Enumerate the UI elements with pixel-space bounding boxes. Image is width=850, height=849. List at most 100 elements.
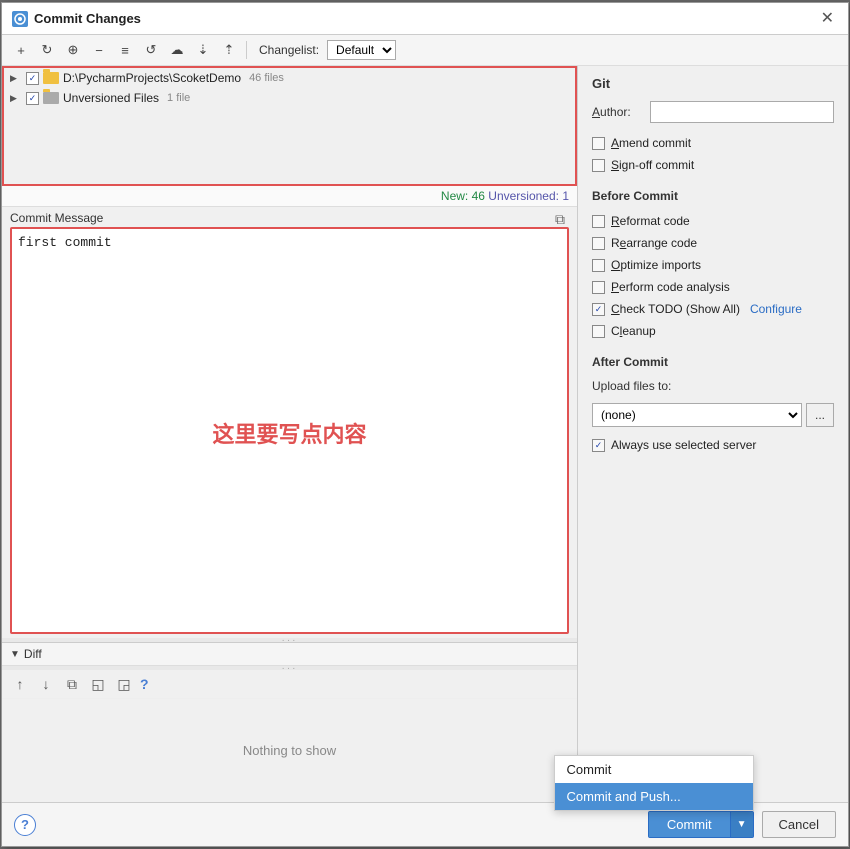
amend-commit-checkbox[interactable] — [592, 137, 605, 150]
toolbar-add-btn[interactable]: + — [10, 39, 32, 61]
toolbar-separator — [246, 41, 247, 59]
commit-message-wrapper: first commit 这里要写点内容 — [2, 227, 577, 638]
toolbar-down-btn[interactable]: ⇣ — [192, 39, 214, 61]
option-optimize: Optimize imports — [592, 257, 834, 273]
status-bar: New: 46 Unversioned: 1 — [2, 186, 577, 207]
upload-row: (none) ... — [592, 403, 834, 427]
file-tree: ▶ ✓ D:\PycharmProjects\ScoketDemo 46 fil… — [2, 66, 577, 186]
diff-empty-text: Nothing to show — [243, 743, 336, 758]
commit-main-button[interactable]: Commit — [649, 812, 730, 837]
diff-help-btn[interactable]: ? — [140, 676, 149, 692]
diff-up-btn[interactable]: ↑ — [10, 674, 30, 694]
cleanup-label: Cleanup — [611, 324, 656, 338]
diff-down-btn[interactable]: ↓ — [36, 674, 56, 694]
diff-toolbar: ↑ ↓ ⧉ ◱ ◲ ? — [2, 670, 577, 699]
title-bar-left: Commit Changes — [12, 11, 141, 27]
upload-label: Upload files to: — [592, 379, 834, 393]
always-use-server-label: Always use selected server — [611, 438, 756, 452]
expand-arrow-1[interactable]: ▶ — [10, 73, 22, 84]
file-tree-item-1[interactable]: ▶ ✓ D:\PycharmProjects\ScoketDemo 46 fil… — [4, 68, 575, 88]
sign-off-label: Sign-off commit — [611, 158, 694, 172]
dropdown-commit[interactable]: Commit — [555, 756, 753, 783]
optimize-checkbox[interactable] — [592, 259, 605, 272]
folder-icon-2 — [43, 92, 59, 104]
upload-select[interactable]: (none) — [592, 403, 802, 427]
footer: ? Commit ▼ Commit Commit and Push... Can… — [2, 802, 848, 846]
before-commit-title: Before Commit — [592, 189, 834, 203]
diff-content: Nothing to show — [2, 699, 577, 802]
option-code-analysis: Perform code analysis — [592, 279, 834, 295]
toolbar-list-btn[interactable]: ≡ — [114, 39, 136, 61]
code-analysis-checkbox[interactable] — [592, 281, 605, 294]
reformat-checkbox[interactable] — [592, 215, 605, 228]
optimize-label: Optimize imports — [611, 258, 701, 272]
status-new: New: 46 — [441, 189, 485, 203]
dropdown-commit-push[interactable]: Commit and Push... — [555, 783, 753, 810]
help-button[interactable]: ? — [14, 814, 36, 836]
file-label-2: Unversioned Files — [63, 91, 159, 105]
amend-commit-label: Amend commit — [611, 136, 691, 150]
commit-changes-dialog: Commit Changes ✕ + ↻ ⊕ − ≡ ↺ ☁ ⇣ ⇡ Chang… — [1, 2, 849, 847]
upload-browse-btn[interactable]: ... — [806, 403, 834, 427]
diff-collapse-btn[interactable]: ▼ — [10, 649, 20, 660]
commit-message-label: Commit Message — [10, 211, 103, 225]
diff-section: ▼ Diff ↑ ↓ ⧉ ◱ ◲ ? Nothing to show — [2, 642, 577, 802]
file-count-1: 46 files — [249, 72, 284, 84]
author-row: Author: — [592, 101, 834, 123]
diff-right-btn[interactable]: ◲ — [114, 674, 134, 694]
commit-split-container: Commit ▼ Commit Commit and Push... — [648, 811, 754, 838]
commit-split-btn: Commit ▼ — [648, 811, 754, 838]
author-input[interactable] — [650, 101, 834, 123]
commit-message-section: Commit Message ⧉ first commit 这里要写点内容 — [2, 207, 577, 638]
commit-message-input[interactable]: first commit — [10, 227, 569, 634]
sign-off-checkbox[interactable] — [592, 159, 605, 172]
copy-button[interactable]: ⧉ — [555, 211, 565, 228]
dialog-icon — [12, 11, 28, 27]
diff-copy-btn[interactable]: ⧉ — [62, 674, 82, 694]
toolbar-refresh-btn[interactable]: ↻ — [36, 39, 58, 61]
diff-left-btn[interactable]: ◱ — [88, 674, 108, 694]
rearrange-label: Rearrange code — [611, 236, 697, 250]
status-unversioned: Unversioned: 1 — [488, 189, 569, 203]
check-todo-checkbox[interactable]: ✓ — [592, 303, 605, 316]
configure-link[interactable]: Configure — [750, 302, 802, 316]
right-panel: Git Author: Amend commit Sign-off commit… — [578, 66, 848, 802]
author-label: Author: — [592, 105, 642, 119]
changelist-select[interactable]: Default — [327, 40, 396, 60]
changelist-label: Changelist: — [259, 43, 319, 57]
dialog-title: Commit Changes — [34, 11, 141, 26]
code-analysis-label: Perform code analysis — [611, 280, 730, 294]
toolbar-plus-btn[interactable]: ⊕ — [62, 39, 84, 61]
always-use-server-checkbox[interactable]: ✓ — [592, 439, 605, 452]
commit-dropdown-menu: Commit Commit and Push... — [554, 755, 754, 811]
cancel-button[interactable]: Cancel — [762, 811, 836, 838]
checkbox-1[interactable]: ✓ — [26, 72, 39, 85]
expand-arrow-2[interactable]: ▶ — [10, 93, 22, 104]
close-button[interactable]: ✕ — [817, 11, 838, 27]
option-reformat: Reformat code — [592, 213, 834, 229]
file-tree-item-2[interactable]: ▶ ✓ Unversioned Files 1 file — [4, 88, 575, 108]
diff-label: Diff — [24, 647, 42, 661]
option-cleanup: Cleanup — [592, 323, 834, 339]
toolbar-up-btn[interactable]: ⇡ — [218, 39, 240, 61]
cleanup-checkbox[interactable] — [592, 325, 605, 338]
file-label-1: D:\PycharmProjects\ScoketDemo — [63, 71, 241, 85]
option-check-todo: ✓ Check TODO (Show All) Configure — [592, 301, 834, 317]
left-panel: ▶ ✓ D:\PycharmProjects\ScoketDemo 46 fil… — [2, 66, 578, 802]
after-commit-title: After Commit — [592, 355, 834, 369]
reformat-label: Reformat code — [611, 214, 690, 228]
option-sign-off: Sign-off commit — [592, 157, 834, 173]
option-amend-commit: Amend commit — [592, 135, 834, 151]
commit-dropdown-arrow[interactable]: ▼ — [730, 812, 753, 837]
toolbar-minus-btn[interactable]: − — [88, 39, 110, 61]
checkbox-2[interactable]: ✓ — [26, 92, 39, 105]
toolbar-undo-btn[interactable]: ↺ — [140, 39, 162, 61]
check-todo-label: Check TODO (Show All) — [611, 302, 740, 316]
folder-icon-1 — [43, 72, 59, 84]
toolbar-upload-btn[interactable]: ☁ — [166, 39, 188, 61]
option-rearrange: Rearrange code — [592, 235, 834, 251]
rearrange-checkbox[interactable] — [592, 237, 605, 250]
file-count-2: 1 file — [167, 92, 190, 104]
git-section-title: Git — [592, 76, 834, 91]
option-always-use-server: ✓ Always use selected server — [592, 437, 834, 453]
